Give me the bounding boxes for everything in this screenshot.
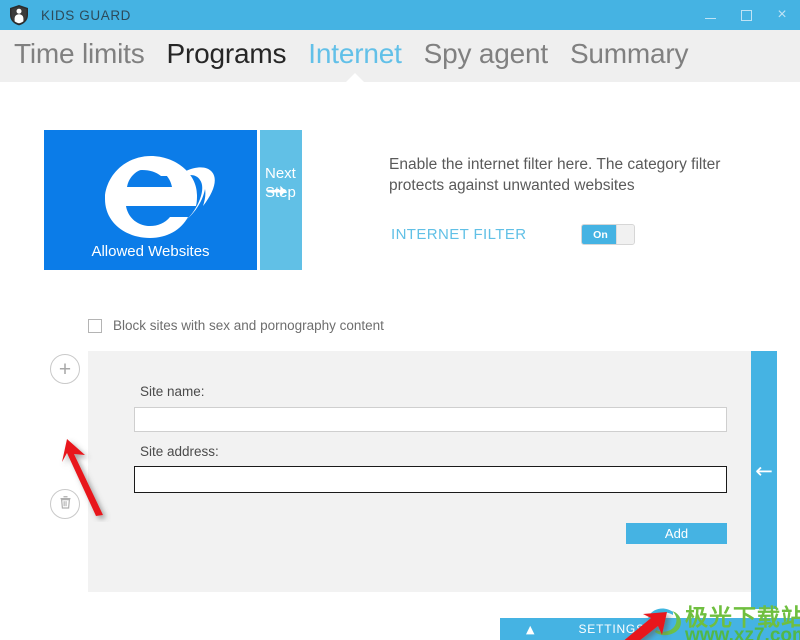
- internet-explorer-icon: [86, 144, 216, 249]
- minimize-button[interactable]: [692, 0, 728, 30]
- add-site-circle-button[interactable]: +: [50, 354, 80, 384]
- internet-filter-label: INTERNET FILTER: [391, 226, 527, 243]
- toggle-knob: [616, 225, 635, 244]
- block-adult-content-label: Block sites with sex and pornography con…: [113, 318, 384, 333]
- toggle-state-label: On: [582, 225, 619, 244]
- tab-spy-agent[interactable]: Spy agent: [424, 38, 548, 74]
- title-bar: KIDS GUARD ×: [0, 0, 800, 30]
- tile-row: Allowed Websites Next Step ➞: [44, 130, 302, 270]
- main-navigation: Time limits Programs Internet Spy agent …: [0, 30, 800, 84]
- arrow-left-icon: ←: [755, 459, 773, 483]
- tab-time-limits[interactable]: Time limits: [14, 38, 145, 74]
- maximize-icon: [740, 9, 752, 21]
- shield-logo-icon: [8, 4, 30, 26]
- arrow-right-icon: ➞: [266, 176, 287, 205]
- allowed-websites-tile[interactable]: Allowed Websites: [44, 130, 257, 270]
- next-step-button[interactable]: Next Step ➞: [260, 130, 302, 270]
- settings-label: SETTINGS: [578, 622, 645, 636]
- site-name-label: Site name:: [140, 384, 205, 399]
- kids-guard-window: KIDS GUARD × Time limits Programs Intern…: [0, 0, 800, 640]
- close-button[interactable]: ×: [764, 0, 800, 30]
- block-adult-content-checkbox[interactable]: [88, 318, 102, 333]
- filter-description: Enable the internet filter here. The cat…: [389, 156, 721, 194]
- plus-icon: +: [58, 357, 72, 381]
- add-button[interactable]: Add: [626, 523, 727, 544]
- tab-internet[interactable]: Internet: [308, 38, 402, 84]
- close-icon: ×: [777, 6, 787, 23]
- internet-panel: Allowed Websites Next Step ➞ Enable the …: [0, 82, 800, 640]
- tab-summary[interactable]: Summary: [570, 38, 689, 74]
- site-address-input[interactable]: [134, 466, 727, 493]
- collapse-panel-strip[interactable]: ←: [751, 351, 777, 609]
- site-address-label: Site address:: [140, 444, 219, 459]
- window-controls: ×: [692, 0, 800, 30]
- internet-filter-toggle[interactable]: On: [581, 224, 636, 245]
- site-name-input[interactable]: [134, 407, 727, 432]
- settings-bar[interactable]: ▲ SETTINGS: [500, 618, 800, 640]
- allowed-websites-label: Allowed Websites: [91, 243, 210, 260]
- tab-internet-label: Internet: [308, 38, 402, 69]
- block-adult-content-row[interactable]: Block sites with sex and pornography con…: [88, 318, 384, 333]
- internet-filter-row: INTERNET FILTER On: [391, 224, 636, 245]
- app-title: KIDS GUARD: [41, 7, 132, 23]
- minimize-icon: [704, 18, 716, 19]
- chevron-up-icon: ▲: [526, 622, 535, 636]
- tab-programs[interactable]: Programs: [167, 38, 287, 74]
- trash-icon: [58, 494, 73, 515]
- delete-site-circle-button[interactable]: [50, 489, 80, 519]
- maximize-button[interactable]: [728, 0, 764, 30]
